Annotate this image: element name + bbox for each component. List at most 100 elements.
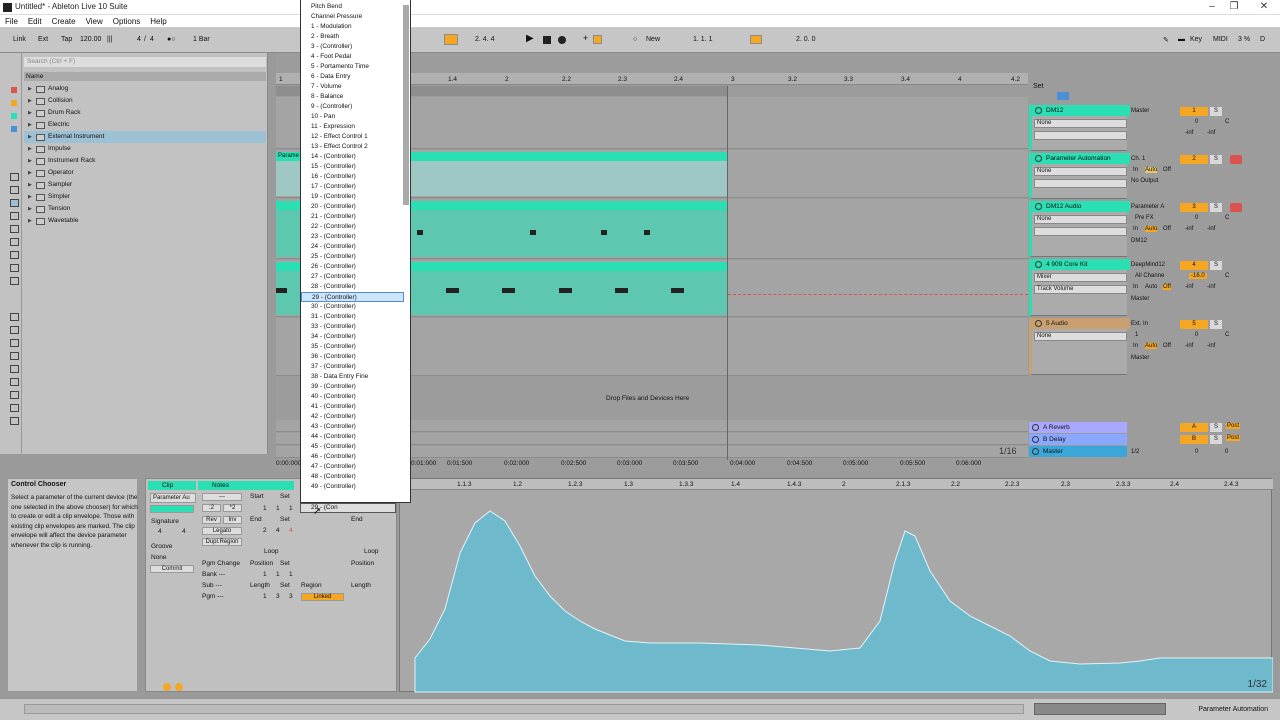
monitor-off[interactable]: Off xyxy=(1163,343,1171,349)
automation-envelope[interactable] xyxy=(400,491,1273,693)
pre-post-toggle[interactable]: Post xyxy=(1226,423,1241,429)
control-chooser-dropdown[interactable]: Pitch Bend Channel Pressure 1 - Modulation… xyxy=(300,0,411,503)
dropdown-item[interactable]: Channel Pressure xyxy=(301,12,404,22)
dropdown-item[interactable]: 8 - Balance xyxy=(301,92,404,102)
volume-field[interactable]: 0 xyxy=(1195,332,1198,338)
menu-file[interactable]: File xyxy=(2,15,21,28)
track-activator[interactable]: 4 xyxy=(1180,261,1208,270)
dropdown-item[interactable]: 31 - (Controller) xyxy=(301,312,404,322)
output-routing[interactable]: DM12 xyxy=(1129,237,1177,246)
signature-numerator[interactable]: 4 xyxy=(158,528,162,535)
name-column-header[interactable]: Name xyxy=(24,72,266,81)
clip-color-field[interactable] xyxy=(150,505,194,513)
set-position-button[interactable]: Set xyxy=(280,560,290,567)
dropdown-item[interactable]: 48 - (Controller) xyxy=(301,472,404,482)
play-icon[interactable]: ▶ xyxy=(526,33,534,44)
menu-create[interactable]: Create xyxy=(49,15,79,28)
master-track[interactable]: Master xyxy=(1029,446,1127,457)
folder-icon[interactable] xyxy=(10,404,19,412)
clip-box-header[interactable]: Clip xyxy=(148,481,196,490)
follow-button[interactable] xyxy=(444,34,458,45)
set-end-button[interactable]: Set xyxy=(280,516,290,523)
dropdown-item[interactable]: 19 - (Controller) xyxy=(301,192,404,202)
return-track-b[interactable]: B Delay xyxy=(1029,434,1127,445)
dropdown-item[interactable]: 34 - (Controller) xyxy=(301,332,404,342)
duplicate-region-button[interactable]: Dupl.Region xyxy=(202,538,242,546)
loop-length-field[interactable]: 2. 0. 0 xyxy=(796,36,815,43)
pre-post-toggle[interactable]: Post xyxy=(1226,435,1241,441)
browser-item[interactable]: ▶ Wavetable xyxy=(24,215,266,227)
browser-item[interactable]: ▶ Instrument Rack xyxy=(24,155,266,167)
device-chooser[interactable]: None xyxy=(1034,215,1127,224)
dropdown-item[interactable]: 22 - (Controller) xyxy=(301,222,404,232)
dropdown-item[interactable]: 26 - (Controller) xyxy=(301,262,404,272)
dropdown-item[interactable]: 35 - (Controller) xyxy=(301,342,404,352)
monitor-off[interactable]: Off xyxy=(1163,284,1171,290)
places-icon[interactable] xyxy=(10,313,19,321)
signature-denominator[interactable]: 4 xyxy=(182,528,186,535)
track-header-dm12[interactable]: DM12 None xyxy=(1029,105,1130,151)
end-bar[interactable]: 2 xyxy=(263,527,267,534)
dropdown-item[interactable]: 14 - (Controller) xyxy=(301,152,404,162)
dropdown-item-selected[interactable]: 29 - (Controller) xyxy=(301,292,404,302)
monitor-auto[interactable]: Auto xyxy=(1145,343,1158,349)
position-beat[interactable]: 1 xyxy=(276,571,280,578)
dropdown-item[interactable]: 10 - Pan xyxy=(301,112,404,122)
output-routing[interactable]: Master xyxy=(1129,354,1177,363)
track-header-909-core-kit[interactable]: 4 909 Core Kit Mixer Track Volume xyxy=(1029,259,1130,316)
record-icon[interactable] xyxy=(558,36,566,44)
input-routing[interactable]: DeepMind12 xyxy=(1129,261,1177,270)
dropdown-item[interactable]: 9 - (Controller) xyxy=(301,102,404,112)
dropdown-item[interactable]: 46 - (Controller) xyxy=(301,452,404,462)
dropdown-item[interactable]: 11 - Expression xyxy=(301,122,404,132)
browser-item[interactable]: ▶ Impulse xyxy=(24,143,266,155)
dropdown-item[interactable]: 44 - (Controller) xyxy=(301,432,404,442)
groove-chooser[interactable]: None xyxy=(151,554,167,561)
solo-button[interactable]: S xyxy=(1210,155,1222,164)
solo-button[interactable]: S xyxy=(1210,435,1222,444)
input-channel[interactable]: 1 xyxy=(1133,331,1181,340)
reverse-button[interactable]: Rev xyxy=(202,516,221,524)
arm-button[interactable] xyxy=(1230,203,1242,212)
sounds-icon[interactable] xyxy=(10,173,19,181)
dropdown-item[interactable]: 25 - (Controller) xyxy=(301,252,404,262)
parameter-chooser[interactable] xyxy=(1034,179,1127,188)
folder-icon[interactable] xyxy=(10,365,19,373)
dropdown-item[interactable]: 42 - (Controller) xyxy=(301,412,404,422)
start-sixteenth[interactable]: 1 xyxy=(289,505,293,512)
browser-item[interactable]: ▶ Electric xyxy=(24,119,266,131)
meter-denominator[interactable]: 4 xyxy=(150,36,154,43)
drums-icon[interactable] xyxy=(10,186,19,194)
track-header-dm12-audio[interactable]: DM12 Audio None xyxy=(1029,201,1130,257)
sub-bank-field[interactable]: Sub --- xyxy=(202,582,222,589)
master-volume[interactable]: 0 xyxy=(1195,449,1198,455)
folder-icon[interactable] xyxy=(10,378,19,386)
volume-field[interactable]: -16.0 xyxy=(1189,273,1207,279)
clips-icon[interactable] xyxy=(10,264,19,272)
program-field[interactable]: Pgm --- xyxy=(202,593,224,600)
dropdown-item[interactable]: 2 - Breath xyxy=(301,32,404,42)
device-chooser[interactable]: None xyxy=(1034,119,1127,128)
output-routing[interactable]: No Output xyxy=(1129,177,1177,186)
fold-icon[interactable] xyxy=(1035,107,1042,114)
category-icon[interactable] xyxy=(11,113,17,119)
fold-icon[interactable] xyxy=(1057,92,1069,100)
close-icon[interactable]: ✕ xyxy=(1256,1,1272,13)
pan-field[interactable]: C xyxy=(1225,332,1229,338)
key-map-button[interactable]: Key xyxy=(1190,36,1202,43)
midi-effects-icon[interactable] xyxy=(10,225,19,233)
solo-button[interactable]: S xyxy=(1210,107,1222,116)
browser-item[interactable]: ▶ Sampler xyxy=(24,179,266,191)
fold-icon[interactable] xyxy=(1032,436,1039,443)
ext-button[interactable]: Ext xyxy=(38,36,48,43)
parameter-chooser[interactable] xyxy=(1034,131,1127,140)
track-activator[interactable]: 3 xyxy=(1180,203,1208,212)
dropdown-item[interactable]: 41 - (Controller) xyxy=(301,402,404,412)
metronome-bars-icon[interactable]: ||| xyxy=(107,36,112,43)
linked-button[interactable]: Linked xyxy=(301,593,344,601)
double-tempo-button[interactable]: *2 xyxy=(223,504,242,512)
dropdown-item[interactable]: 20 - (Controller) xyxy=(301,202,404,212)
dropdown-item[interactable]: 27 - (Controller) xyxy=(301,272,404,282)
dropdown-item[interactable]: 33 - (Controller) xyxy=(301,322,404,332)
browser-item-selected[interactable]: ▶ External Instrument xyxy=(24,131,266,143)
